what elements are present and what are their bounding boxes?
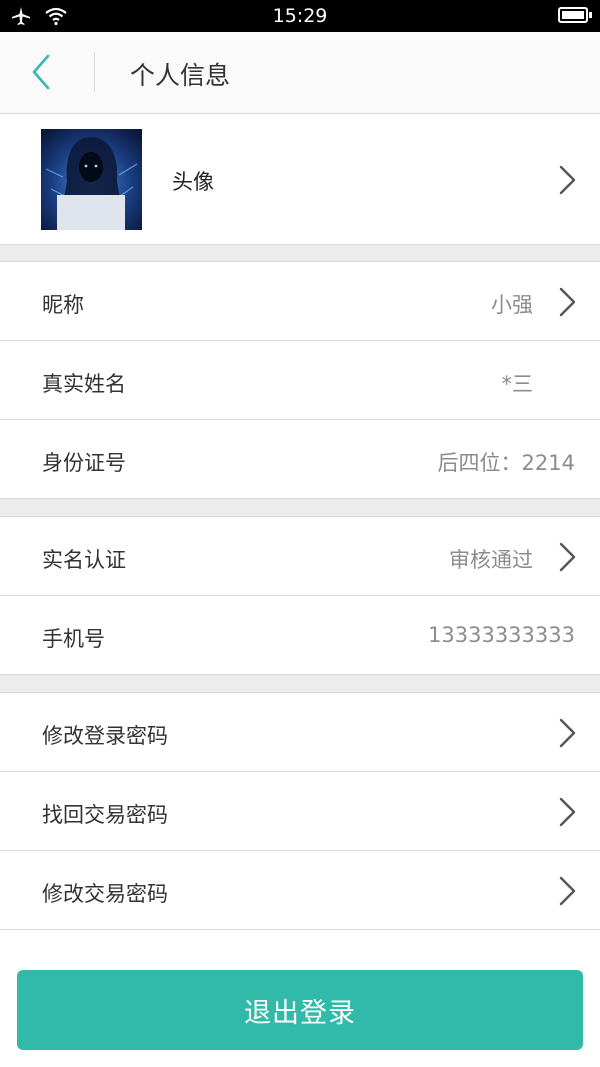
top-bar: 个人信息 — [0, 32, 600, 114]
nickname-value: 小强 — [491, 293, 533, 317]
nickname-label: 昵称 — [42, 293, 84, 317]
phone-label: 手机号 — [42, 627, 105, 651]
chevron-left-icon — [32, 54, 50, 90]
chevron-right-icon — [559, 542, 576, 572]
change-login-password-row[interactable]: 修改登录密码 — [0, 693, 600, 772]
real-name-value: *三 — [501, 372, 534, 396]
change-login-password-label: 修改登录密码 — [42, 724, 168, 748]
header-divider — [94, 52, 95, 92]
avatar-row[interactable]: 头像 — [0, 114, 600, 245]
section-gap — [0, 245, 600, 262]
section-gap — [0, 675, 600, 693]
status-time: 15:29 — [272, 5, 328, 27]
chevron-right-icon — [559, 287, 576, 317]
chevron-right-icon — [559, 876, 576, 906]
id-number-row: 身份证号 后四位：2214 — [0, 420, 600, 499]
id-number-label: 身份证号 — [42, 451, 126, 475]
recover-trade-password-row[interactable]: 找回交易密码 — [0, 772, 600, 851]
nickname-row[interactable]: 昵称 小强 — [0, 262, 600, 341]
chevron-right-icon — [559, 718, 576, 748]
back-button[interactable] — [22, 50, 62, 94]
verification-label: 实名认证 — [42, 548, 126, 572]
logout-button[interactable]: 退出登录 — [17, 970, 583, 1050]
real-name-label: 真实姓名 — [42, 372, 126, 396]
id-number-value: 后四位：2214 — [437, 451, 575, 475]
section-gap — [0, 499, 600, 517]
verification-status: 审核通过 — [449, 548, 533, 572]
chevron-right-icon — [559, 165, 576, 195]
avatar — [41, 129, 142, 230]
page-title: 个人信息 — [130, 61, 231, 90]
real-name-row: 真实姓名 *三 — [0, 341, 600, 420]
status-bar: 15:29 — [0, 0, 600, 32]
verification-row[interactable]: 实名认证 审核通过 — [0, 517, 600, 596]
avatar-label: 头像 — [172, 170, 214, 194]
change-trade-password-row[interactable]: 修改交易密码 — [0, 851, 600, 930]
battery-icon — [558, 7, 592, 23]
change-trade-password-label: 修改交易密码 — [42, 882, 168, 906]
chevron-right-icon — [559, 797, 576, 827]
recover-trade-password-label: 找回交易密码 — [42, 803, 168, 827]
phone-value: 13333333333 — [428, 623, 575, 647]
phone-row: 手机号 13333333333 — [0, 596, 600, 675]
